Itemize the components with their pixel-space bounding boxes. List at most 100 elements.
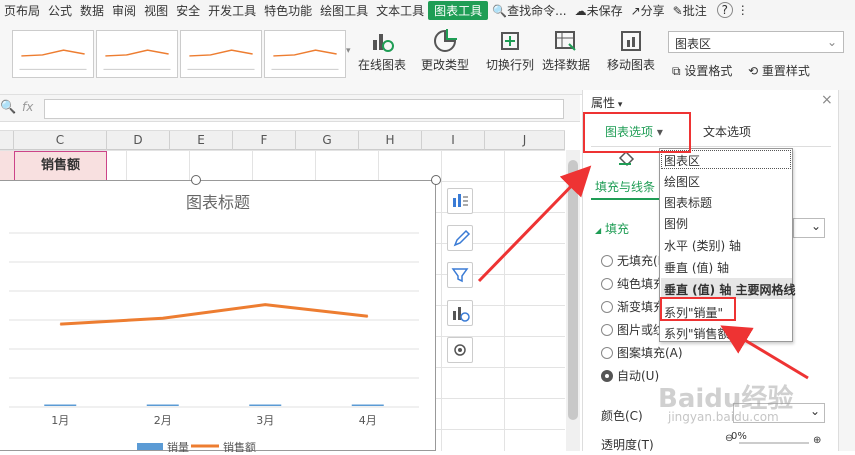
column-header-c[interactable]: C [14,131,107,151]
online-chart-button[interactable]: 在线图表 [358,28,406,73]
brush-icon [453,229,471,247]
move-chart-button[interactable]: 移动图表 [607,28,655,73]
chart-point [367,315,369,317]
menu-page-layout[interactable]: 页布局 [0,2,44,19]
change-type-label: 更改类型 [421,58,470,72]
chart-bar [249,404,282,406]
unsaved-button[interactable]: ☁未保存 [571,2,627,19]
dropdown-item-vertical-axis[interactable]: 垂直 (值) 轴 [664,259,729,276]
scrollbar-thumb[interactable] [568,160,578,420]
dropdown-item-chart-area[interactable]: 图表区 [664,152,700,169]
menu-security[interactable]: 安全 [172,2,204,19]
chart-style-thumb-3[interactable] [180,30,262,78]
chart-filter-button[interactable] [447,262,473,288]
chevron-down-icon: ▾ [615,100,623,110]
column-header-i[interactable]: I [422,131,485,151]
transparency-plus[interactable]: ⊕ [813,435,821,446]
dropdown-item-horizontal-axis[interactable]: 水平 (类别) 轴 [664,237,741,254]
chart-style-thumb-1[interactable] [12,30,94,78]
chart-settings-button[interactable] [447,337,473,363]
cell-b1[interactable] [0,151,14,181]
switch-rowcol-button[interactable]: 切换行列 [486,28,534,73]
chart-x-tick-label: 1月 [51,414,69,427]
radio-icon [601,255,613,267]
chart-elements-button[interactable] [447,188,473,214]
resize-handle-top[interactable] [191,175,201,185]
set-format-label: 设置格式 [684,64,733,78]
menu-formula[interactable]: 公式 [44,2,76,19]
reset-style-label: 重置样式 [761,64,810,78]
chart-elements-icon [453,194,468,207]
styles-more-icon[interactable]: ▾ [346,46,351,56]
chart-element-select-value: 图表区 [675,37,712,51]
move-chart-label: 移动图表 [607,58,656,72]
resize-handle-top-right[interactable] [431,175,441,185]
switch-rowcol-icon [501,32,519,50]
vertical-scrollbar[interactable] [566,150,580,451]
menu-draw-tools[interactable]: 绘图工具 [316,2,372,19]
right-sidebar-strip[interactable] [838,90,855,451]
zoom-icon[interactable]: 🔍 [0,100,16,115]
help-button[interactable]: ? [716,2,733,18]
chart-style-button[interactable] [447,225,473,251]
fill-select[interactable]: ⌄ [793,218,825,238]
dropdown-item-major-gridlines[interactable]: 垂直 (值) 轴 主要网格线 [664,281,796,298]
select-data-button[interactable]: 选择数据 [542,28,590,73]
column-header-b[interactable] [0,131,14,151]
menu-review[interactable]: 审阅 [108,2,140,19]
annotation-box-chart-options [583,112,691,153]
share-button[interactable]: ↗分享 [627,2,669,19]
chart-svg: 图表标题 1月 2月 3月 4月销量 销售额 [9,193,419,454]
chart-line-sales [60,303,368,326]
more-icon[interactable]: ⋮ [733,3,753,17]
comment-button[interactable]: ✎批注 [669,2,711,19]
dropdown-item-legend[interactable]: 图例 [664,215,688,232]
chart-point [264,304,266,306]
menu-text-tools[interactable]: 文本工具 [372,2,428,19]
share-label: 分享 [640,3,665,18]
column-header-d[interactable]: D [107,131,170,151]
section-fill[interactable]: ◢ 填充 [595,220,629,237]
dropdown-item-plot-area[interactable]: 绘图区 [664,173,700,190]
radio-icon [601,347,613,359]
chart-point [59,323,61,325]
formula-input[interactable] [44,99,564,119]
chart-style-thumb-4[interactable] [264,30,346,78]
watermark-url: jingyan.baidu.com [668,410,779,424]
column-header-h[interactable]: H [359,131,422,151]
dropdown-item-chart-title[interactable]: 图表标题 [664,194,712,211]
chart-object[interactable]: 图表标题 1月 2月 3月 4月 销量 销售额 [0,180,436,454]
column-header-e[interactable]: E [170,131,233,151]
chart-bar [44,404,77,406]
menu-chart-tools[interactable]: 图表工具 [428,0,489,20]
radio-pattern-fill[interactable]: 图案填充(A) [601,344,683,361]
online-chart-side-button[interactable] [447,300,473,326]
search-box[interactable]: 🔍查找命令... [488,2,570,19]
column-header-g[interactable]: G [296,131,359,151]
radio-auto-fill[interactable]: 自动(U) [601,367,659,384]
menu-bar: 页布局 公式 数据 审阅 视图 安全 开发工具 特色功能 绘图工具 文本工具 图… [0,0,855,20]
chart-element-select[interactable]: 图表区 ⌄ [668,31,844,53]
chart-bar [351,404,384,406]
column-header-f[interactable]: F [233,131,296,151]
comment-icon: ✎ [672,3,683,18]
menu-data[interactable]: 数据 [76,2,108,19]
set-format-button[interactable]: ⧉ 设置格式 [672,62,732,79]
chart-style-thumb-2[interactable] [96,30,178,78]
column-header-j[interactable]: J [485,131,565,151]
annotation-box-series-qty [660,297,736,321]
close-icon[interactable]: × [821,92,833,108]
change-type-button[interactable]: 更改类型 [421,28,469,73]
column-header: C D E F G H I J [0,130,565,151]
menu-view[interactable]: 视图 [140,2,172,19]
reset-style-button[interactable]: ⟲ 重置样式 [748,62,810,79]
cell-sales-header[interactable]: 销售额 [14,151,107,181]
tab-text-options[interactable]: 文本选项 [703,123,751,140]
menu-dev-tools[interactable]: 开发工具 [204,2,260,19]
change-type-icon [434,29,457,52]
transparency-slider[interactable] [739,442,809,444]
dropdown-item-series-sales[interactable]: 系列"销售额" [664,325,735,342]
subtab-fill-line[interactable]: 填充与线条 [595,178,655,195]
chevron-down-icon: ⌄ [826,35,837,49]
menu-special[interactable]: 特色功能 [260,2,316,19]
